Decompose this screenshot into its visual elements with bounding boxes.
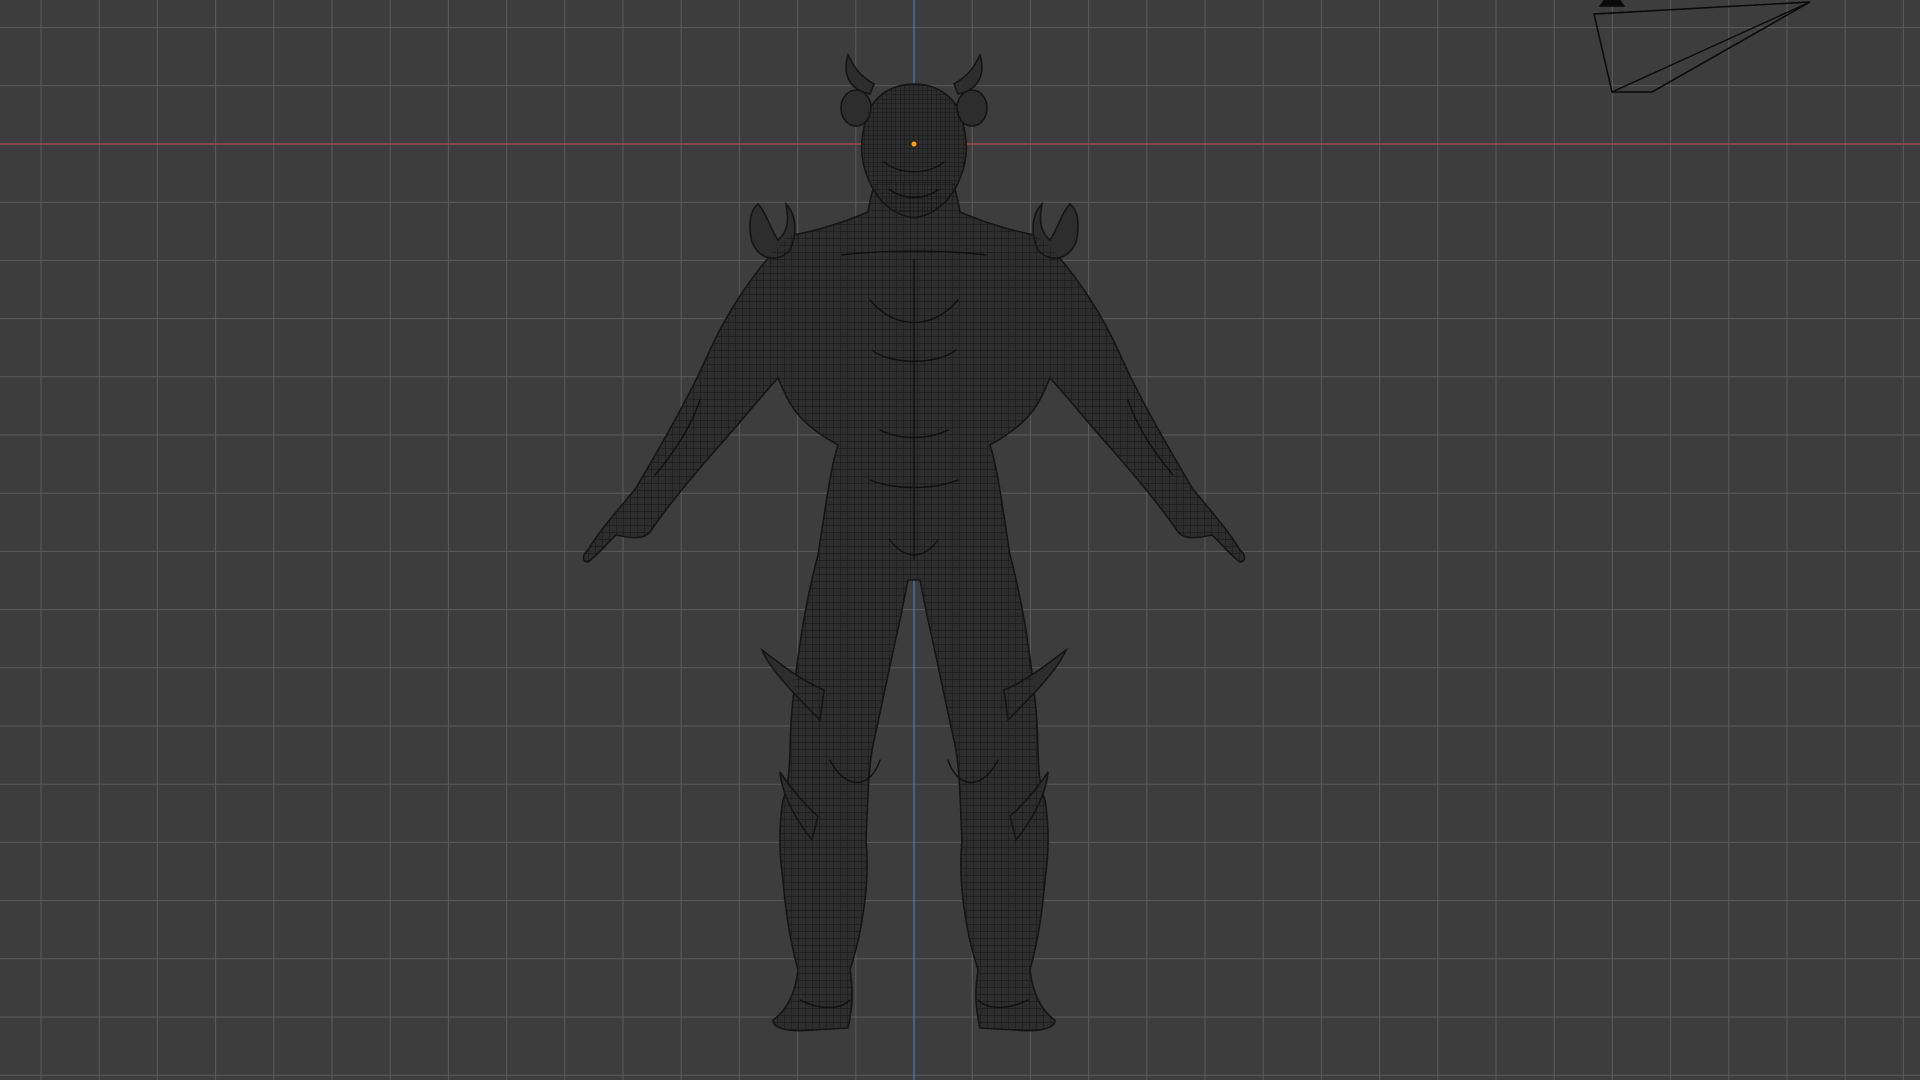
camera-up-triangle <box>1598 0 1626 7</box>
left-horn <box>845 52 876 95</box>
3d-viewport[interactable] <box>0 0 1920 1080</box>
object-origin-point[interactable] <box>910 140 918 148</box>
camera-icon[interactable] <box>1593 0 1811 93</box>
right-horn <box>952 52 983 95</box>
viewport-canvas[interactable] <box>0 0 1920 1080</box>
